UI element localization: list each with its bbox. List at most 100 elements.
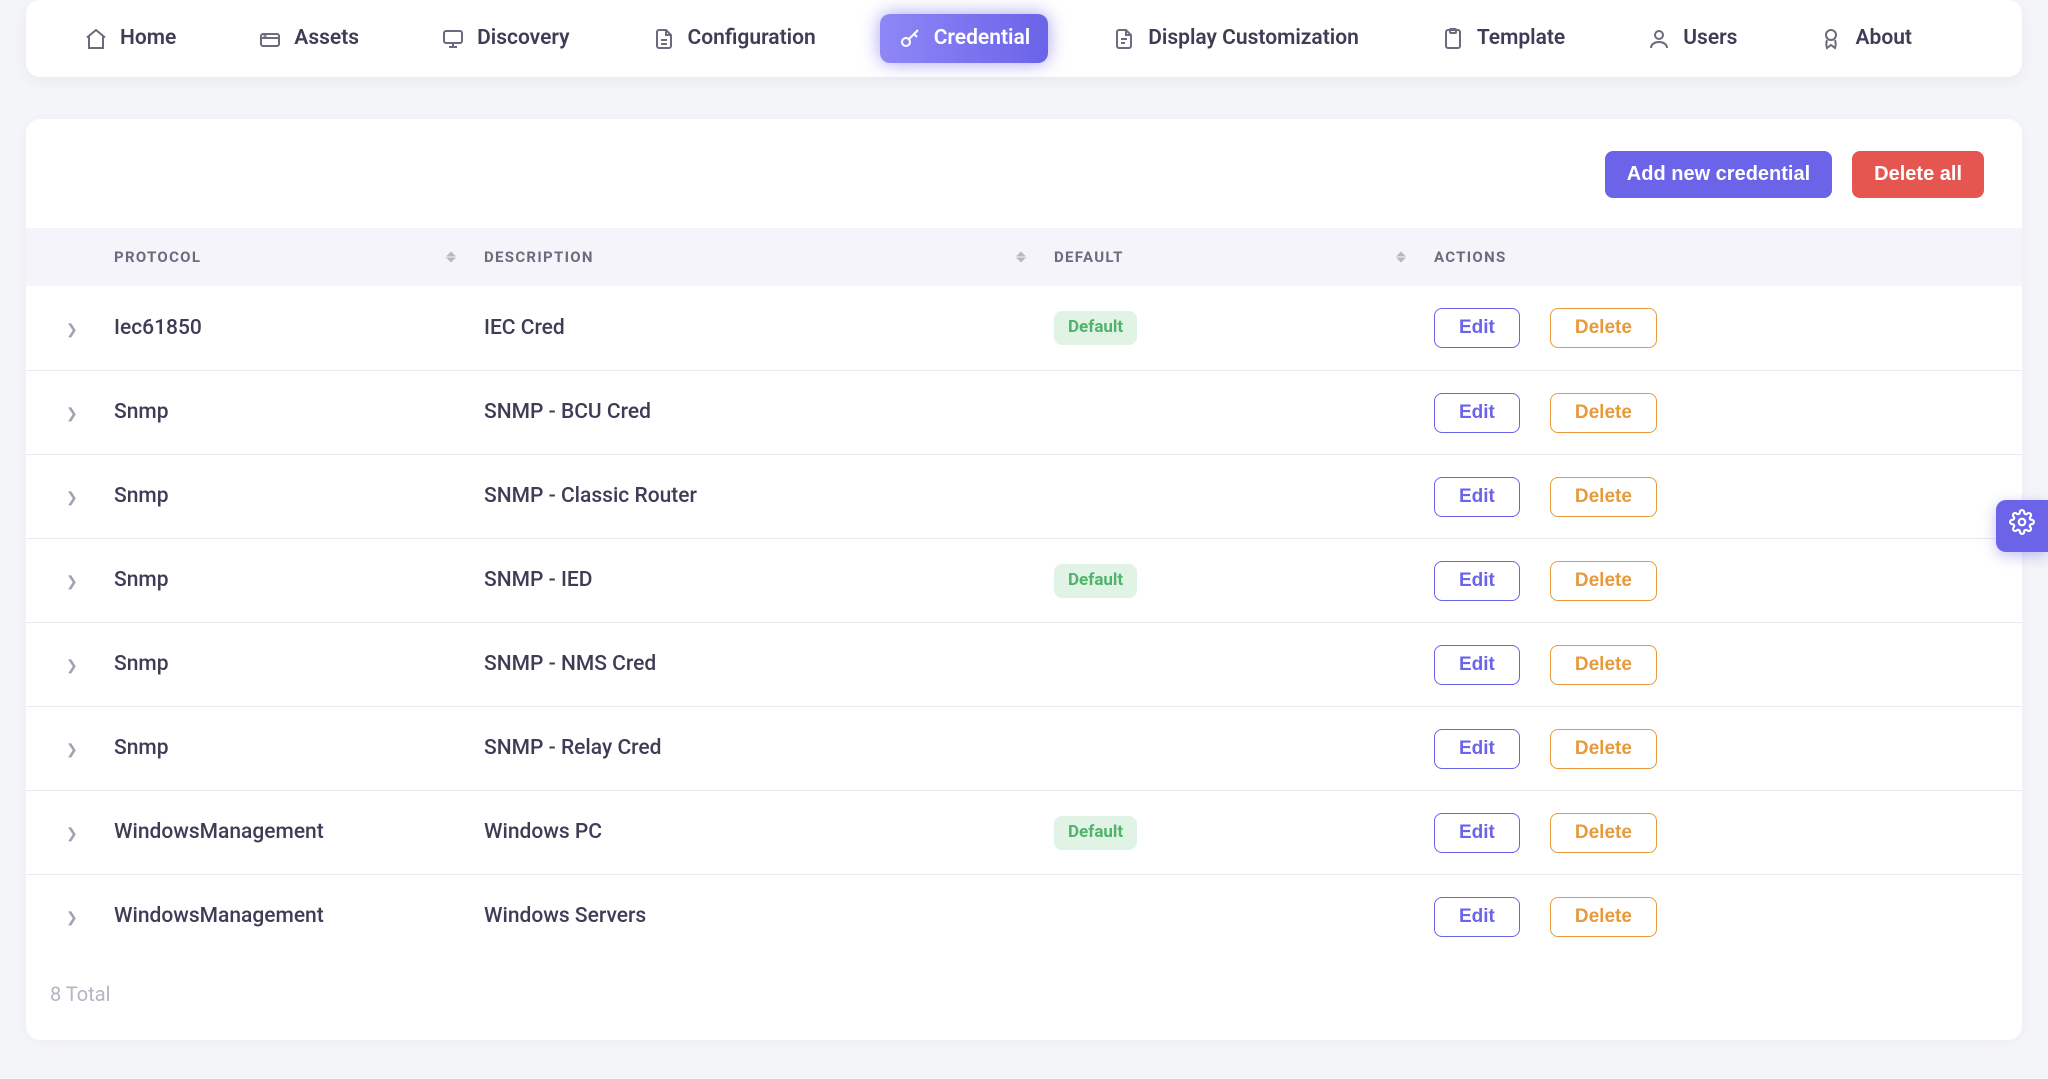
cell-actions: Edit Delete <box>1434 393 1982 433</box>
table-row: ❯ Snmp SNMP - Classic Router Edit Delete <box>26 454 2022 538</box>
edit-button[interactable]: Edit <box>1434 561 1520 601</box>
settings-fab[interactable] <box>1996 500 2048 552</box>
delete-all-button[interactable]: Delete all <box>1852 151 1984 198</box>
edit-button[interactable]: Edit <box>1434 645 1520 685</box>
edit-button[interactable]: Edit <box>1434 813 1520 853</box>
gear-icon <box>2009 509 2035 542</box>
nav-item-home[interactable]: Home <box>66 14 194 63</box>
expand-toggle[interactable]: ❯ <box>66 742 78 758</box>
nav-item-template[interactable]: Template <box>1423 14 1583 63</box>
nav-item-config[interactable]: Configuration <box>634 14 834 63</box>
cell-description: SNMP - Classic Router <box>484 482 1054 511</box>
delete-button[interactable]: Delete <box>1550 897 1657 937</box>
nav-label: Discovery <box>477 24 569 53</box>
column-label: DEFAULT <box>1054 248 1124 266</box>
edit-button[interactable]: Edit <box>1434 477 1520 517</box>
table-row: ❯ Iec61850 IEC Cred Default Edit Delete <box>26 286 2022 370</box>
cell-actions: Edit Delete <box>1434 729 1982 769</box>
nav-label: Home <box>120 24 176 53</box>
cell-actions: Edit Delete <box>1434 813 1982 853</box>
delete-button[interactable]: Delete <box>1550 813 1657 853</box>
column-default: DEFAULT <box>1054 247 1434 268</box>
expand-toggle[interactable]: ❯ <box>66 826 78 842</box>
delete-button[interactable]: Delete <box>1550 393 1657 433</box>
config-icon <box>652 27 676 51</box>
table-row: ❯ Snmp SNMP - Relay Cred Edit Delete <box>26 706 2022 790</box>
edit-button[interactable]: Edit <box>1434 393 1520 433</box>
cell-description: Windows PC <box>484 818 1054 847</box>
delete-button[interactable]: Delete <box>1550 645 1657 685</box>
cell-protocol: Snmp <box>114 734 484 763</box>
cell-description: IEC Cred <box>484 314 1054 343</box>
expand-toggle[interactable]: ❯ <box>66 406 78 422</box>
column-actions: ACTIONS <box>1434 247 1982 268</box>
sort-protocol[interactable] <box>446 252 456 263</box>
nav-item-assets[interactable]: Assets <box>240 14 377 63</box>
table-row: ❯ Snmp SNMP - NMS Cred Edit Delete <box>26 622 2022 706</box>
default-badge: Default <box>1054 816 1137 850</box>
column-label: PROTOCOL <box>114 248 201 266</box>
nav-item-credential[interactable]: Credential <box>880 14 1049 63</box>
cell-description: SNMP - Relay Cred <box>484 734 1054 763</box>
template-icon <box>1441 27 1465 51</box>
table-row: ❯ WindowsManagement Windows PC Default E… <box>26 790 2022 874</box>
credentials-card: Add new credential Delete all PROTOCOL D… <box>26 119 2022 1040</box>
expand-toggle[interactable]: ❯ <box>66 658 78 674</box>
nav-label: About <box>1855 24 1912 53</box>
cell-protocol: WindowsManagement <box>114 818 484 847</box>
home-icon <box>84 27 108 51</box>
default-badge: Default <box>1054 311 1137 345</box>
column-protocol: PROTOCOL <box>114 247 484 268</box>
edit-button[interactable]: Edit <box>1434 897 1520 937</box>
expand-toggle[interactable]: ❯ <box>66 322 78 338</box>
add-credential-button[interactable]: Add new credential <box>1605 151 1832 198</box>
delete-button[interactable]: Delete <box>1550 308 1657 348</box>
cell-protocol: Snmp <box>114 650 484 679</box>
cell-actions: Edit Delete <box>1434 561 1982 601</box>
table-row: ❯ Snmp SNMP - IED Default Edit Delete <box>26 538 2022 622</box>
nav-item-users[interactable]: Users <box>1629 14 1755 63</box>
discovery-icon <box>441 27 465 51</box>
nav-item-about[interactable]: About <box>1801 14 1930 63</box>
cell-description: SNMP - IED <box>484 566 1054 595</box>
edit-button[interactable]: Edit <box>1434 729 1520 769</box>
nav-label: Display Customization <box>1148 24 1359 53</box>
table-body: ❯ Iec61850 IEC Cred Default Edit Delete … <box>26 286 2022 958</box>
cell-default: Default <box>1054 816 1434 850</box>
card-toolbar: Add new credential Delete all <box>26 119 2022 228</box>
expand-toggle[interactable]: ❯ <box>66 490 78 506</box>
cell-actions: Edit Delete <box>1434 308 1982 348</box>
expand-toggle[interactable]: ❯ <box>66 574 78 590</box>
delete-button[interactable]: Delete <box>1550 477 1657 517</box>
cell-description: SNMP - NMS Cred <box>484 650 1054 679</box>
table-footer: 8 Total <box>26 958 2022 1040</box>
main-nav: Home Assets Discovery Configuration Credenti… <box>26 0 2022 77</box>
cell-actions: Edit Delete <box>1434 477 1982 517</box>
cell-default: Default <box>1054 564 1434 598</box>
column-description: DESCRIPTION <box>484 247 1054 268</box>
sort-default[interactable] <box>1396 252 1406 263</box>
about-icon <box>1819 27 1843 51</box>
delete-button[interactable]: Delete <box>1550 561 1657 601</box>
cell-protocol: Snmp <box>114 566 484 595</box>
assets-icon <box>258 27 282 51</box>
cell-protocol: WindowsManagement <box>114 902 484 931</box>
delete-button[interactable]: Delete <box>1550 729 1657 769</box>
expand-toggle[interactable]: ❯ <box>66 910 78 926</box>
cell-protocol: Snmp <box>114 482 484 511</box>
cell-actions: Edit Delete <box>1434 645 1982 685</box>
display-icon <box>1112 27 1136 51</box>
cell-description: Windows Servers <box>484 902 1054 931</box>
table-row: ❯ WindowsManagement Windows Servers Edit… <box>26 874 2022 958</box>
cell-description: SNMP - BCU Cred <box>484 398 1054 427</box>
default-badge: Default <box>1054 564 1137 598</box>
nav-item-discovery[interactable]: Discovery <box>423 14 587 63</box>
column-label: DESCRIPTION <box>484 248 594 266</box>
edit-button[interactable]: Edit <box>1434 308 1520 348</box>
nav-label: Assets <box>294 24 359 53</box>
nav-item-display[interactable]: Display Customization <box>1094 14 1377 63</box>
table-row: ❯ Snmp SNMP - BCU Cred Edit Delete <box>26 370 2022 454</box>
sort-description[interactable] <box>1016 252 1026 263</box>
nav-label: Users <box>1683 24 1737 53</box>
credential-icon <box>898 27 922 51</box>
